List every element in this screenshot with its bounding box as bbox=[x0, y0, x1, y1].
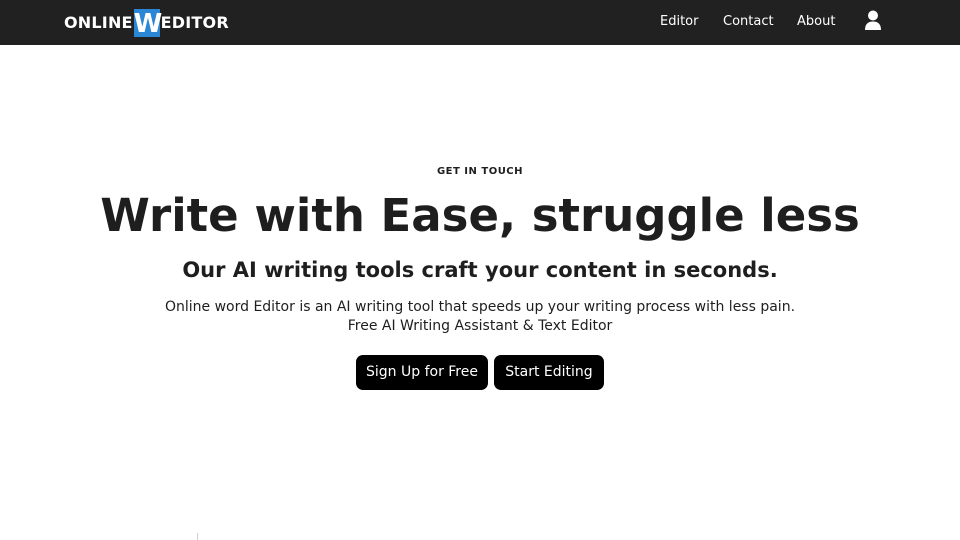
nav-link-about[interactable]: About bbox=[797, 14, 835, 29]
logo-w-mark: W bbox=[133, 8, 163, 39]
divider-mark bbox=[197, 533, 198, 540]
sign-up-button[interactable]: Sign Up for Free bbox=[356, 355, 488, 390]
nav-link-contact[interactable]: Contact bbox=[723, 14, 774, 29]
hero-kicker: GET IN TOUCH bbox=[436, 166, 524, 177]
logo-text-suffix: EDITOR bbox=[160, 13, 229, 32]
start-editing-button[interactable]: Start Editing bbox=[494, 355, 604, 390]
hero-title: Write with Ease, struggle less bbox=[100, 189, 860, 242]
hero-subtitle: Our AI writing tools craft your content … bbox=[182, 258, 778, 282]
top-navbar: ONLINE W EDITOR Editor Contact About bbox=[0, 0, 960, 45]
user-icon[interactable] bbox=[864, 10, 882, 30]
hero-description-line-2: Free AI Writing Assistant & Text Editor bbox=[347, 318, 613, 334]
logo-text-prefix: ONLINE bbox=[64, 13, 133, 32]
nav-link-editor[interactable]: Editor bbox=[660, 14, 698, 29]
hero-description-line-1: Online word Editor is an AI writing tool… bbox=[164, 299, 796, 315]
site-logo[interactable]: ONLINE W EDITOR bbox=[64, 8, 229, 39]
